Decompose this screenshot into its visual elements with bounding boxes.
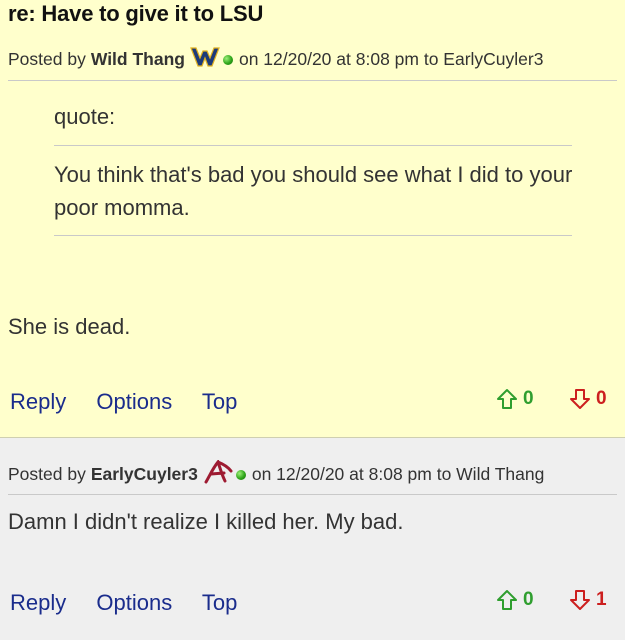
author-link[interactable]: Wild Thang	[91, 49, 185, 70]
reply-link[interactable]: Reply	[10, 590, 66, 615]
thread-title: re: Have to give it to LSU	[8, 1, 264, 26]
downvote-count: 0	[596, 388, 607, 409]
quote-bottom-divider	[54, 235, 572, 236]
posted-by-label: Posted by	[8, 49, 86, 69]
upvote-arrow-icon	[497, 590, 517, 610]
post-body: She is dead.	[8, 314, 131, 339]
downvote-arrow-icon	[570, 590, 590, 610]
quote-text: You think that's bad you should see what…	[54, 162, 573, 220]
post-body: Damn I didn't realize I killed her. My b…	[8, 509, 404, 534]
downvote-arrow-icon	[570, 389, 590, 409]
quote-top-divider	[54, 145, 572, 146]
byline-divider	[8, 494, 617, 495]
top-link[interactable]: Top	[202, 389, 237, 414]
post-wild-thang: re: Have to give it to LSU Posted by Wil…	[0, 0, 625, 438]
downvote-button[interactable]: 1	[569, 589, 607, 611]
upvote-arrow-icon	[497, 389, 517, 409]
wvu-logo-icon	[190, 46, 220, 73]
online-status-icon	[222, 54, 233, 65]
upvote-button[interactable]: 0	[496, 388, 534, 410]
post-actions: Reply Options Top	[10, 590, 261, 616]
post-earlycuyler3: Posted by EarlyCuyler3 on 12/20/20 at 8:…	[0, 438, 625, 640]
quote-label: quote:	[54, 104, 116, 129]
post-meta: on 12/20/20 at 8:08 pm to EarlyCuyler3	[238, 49, 544, 69]
reply-link[interactable]: Reply	[10, 389, 66, 414]
upvote-count: 0	[523, 388, 534, 409]
posted-by-label: Posted by	[8, 464, 86, 484]
byline-divider	[8, 80, 617, 81]
post-meta: on 12/20/20 at 8:08 pm to Wild Thang	[251, 464, 545, 484]
alabama-logo-icon	[203, 458, 233, 489]
post-byline: Posted by EarlyCuyler3 on 12/20/20 at 8:…	[8, 458, 545, 489]
online-status-icon	[235, 469, 246, 480]
author-link[interactable]: EarlyCuyler3	[91, 464, 198, 485]
top-link[interactable]: Top	[202, 590, 237, 615]
options-link[interactable]: Options	[96, 590, 172, 615]
post-byline: Posted by Wild Thang on 12/20/20 at 8:08…	[8, 46, 543, 73]
post-actions: Reply Options Top	[10, 389, 261, 415]
downvote-button[interactable]: 0	[569, 388, 607, 410]
upvote-button[interactable]: 0	[496, 589, 534, 611]
downvote-count: 1	[596, 589, 607, 610]
upvote-count: 0	[523, 589, 534, 610]
options-link[interactable]: Options	[96, 389, 172, 414]
